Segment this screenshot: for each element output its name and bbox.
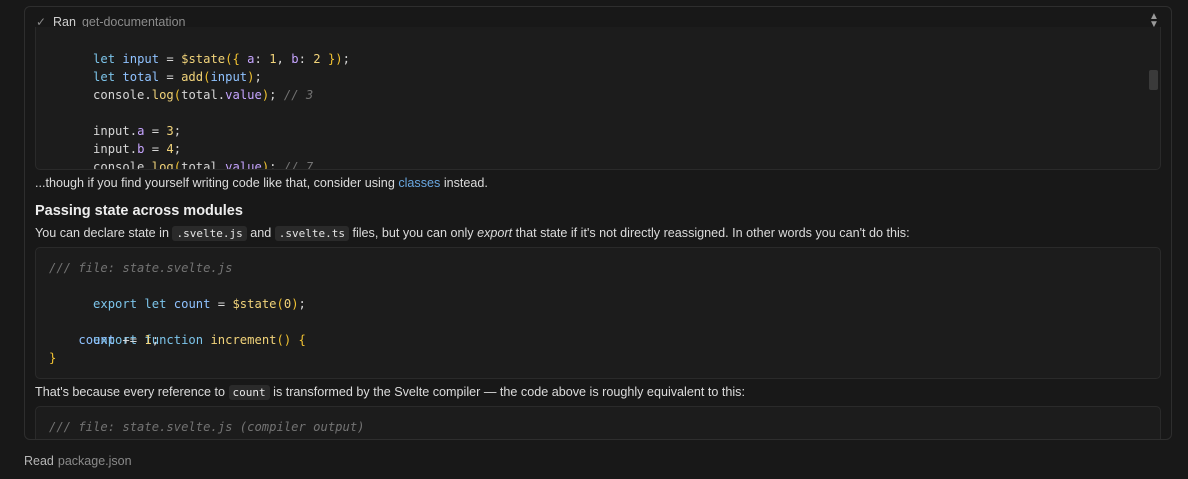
code-line: count += 1; xyxy=(78,333,160,347)
code-line: export let count = $state(0); xyxy=(93,297,306,311)
paragraph: You can declare state in .svelte.js and … xyxy=(35,226,910,241)
code-line: console.log(total.value); // 3 xyxy=(93,88,314,102)
section-heading: Passing state across modules xyxy=(35,203,243,219)
code-line: let input = $state({ a: 1, b: 2 }); xyxy=(93,52,350,66)
tool-action: Read xyxy=(24,454,54,468)
tool-output-panel: ✓ Ran get-documentation ▲ ▼ let input = $… xyxy=(24,6,1172,440)
paragraph: ...though if you find yourself writing c… xyxy=(35,176,488,190)
classes-link[interactable]: classes xyxy=(398,176,440,190)
code-block-3: /// file: state.svelte.js (compiler outp… xyxy=(35,406,1161,439)
code-line: console.log(total.value); // 7 xyxy=(93,160,314,170)
tool-status-row[interactable]: Read package.json xyxy=(24,454,132,468)
code-line: /// file: state.svelte.js xyxy=(49,261,233,275)
paragraph: That's because every reference to count … xyxy=(35,385,745,400)
inline-code: .svelte.ts xyxy=(274,226,349,241)
code-block-1: let input = $state({ a: 1, b: 2 }); let … xyxy=(35,27,1161,170)
code-block-2: /// file: state.svelte.js export let cou… xyxy=(35,247,1161,379)
inline-code: .svelte.js xyxy=(172,226,247,241)
code-line: /// file: state.svelte.js (compiler outp… xyxy=(49,420,365,434)
scrollbar-thumb[interactable] xyxy=(1149,70,1158,90)
code-line: } xyxy=(49,351,57,365)
code-line: export function increment() { xyxy=(93,333,306,347)
code-line: input.b = 4; xyxy=(93,142,182,156)
file-name: package.json xyxy=(57,454,132,468)
code-line: let total = add(input); xyxy=(93,70,262,84)
inline-code: count xyxy=(228,385,270,400)
code-line: input.a = 3; xyxy=(93,124,182,138)
